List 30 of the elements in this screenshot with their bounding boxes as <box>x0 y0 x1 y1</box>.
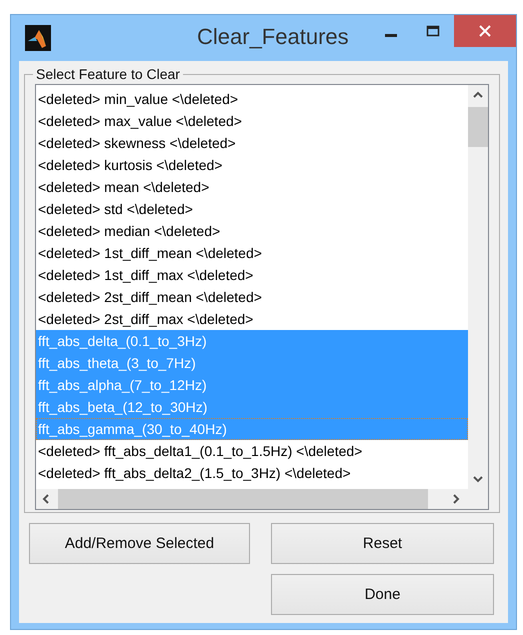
minimize-icon <box>385 34 397 36</box>
scroll-thumb[interactable] <box>468 107 488 147</box>
app-logo-icon <box>25 25 51 51</box>
scroll-thumb[interactable] <box>58 489 428 509</box>
list-item[interactable]: <deleted> fft_abs_delta2_(1.5_to_3Hz) <\deleted> <box>36 462 468 484</box>
list-item[interactable]: <deleted> mean <\deleted> <box>36 176 468 198</box>
list-item[interactable]: <deleted> 1st_diff_max <\deleted> <box>36 264 468 286</box>
maximize-icon <box>426 24 440 38</box>
done-button[interactable]: Done <box>271 574 494 615</box>
scroll-down-icon[interactable] <box>473 475 483 483</box>
add-remove-button[interactable]: Add/Remove Selected <box>29 523 250 564</box>
close-button[interactable] <box>454 15 516 47</box>
list-item[interactable]: <deleted> 2st_diff_max <\deleted> <box>36 308 468 330</box>
window-title: Clear_Features <box>197 24 349 50</box>
scroll-left-icon[interactable] <box>42 494 50 504</box>
group-label: Select Feature to Clear <box>33 66 183 82</box>
vertical-scrollbar[interactable] <box>468 85 488 489</box>
list-item[interactable]: <deleted> median <\deleted> <box>36 220 468 242</box>
list-item[interactable]: <deleted> kurtosis <\deleted> <box>36 154 468 176</box>
close-icon <box>478 24 492 38</box>
list-item[interactable]: <deleted> min_value <\deleted> <box>36 88 468 110</box>
list-item[interactable]: <deleted> max_value <\deleted> <box>36 110 468 132</box>
list-item[interactable]: <deleted> skewness <\deleted> <box>36 132 468 154</box>
list-item[interactable]: <deleted> 2st_diff_mean <\deleted> <box>36 286 468 308</box>
reset-button[interactable]: Reset <box>271 523 494 564</box>
list-item[interactable]: <deleted> std <\deleted> <box>36 198 468 220</box>
list-item[interactable]: <deleted> fft_abs_delta1_(0.1_to_1.5Hz) <\deleted> <box>36 440 468 462</box>
scroll-up-icon[interactable] <box>473 91 483 99</box>
scroll-right-icon[interactable] <box>452 494 460 504</box>
list-item[interactable]: <deleted> 1st_diff_mean <\deleted> <box>36 242 468 264</box>
